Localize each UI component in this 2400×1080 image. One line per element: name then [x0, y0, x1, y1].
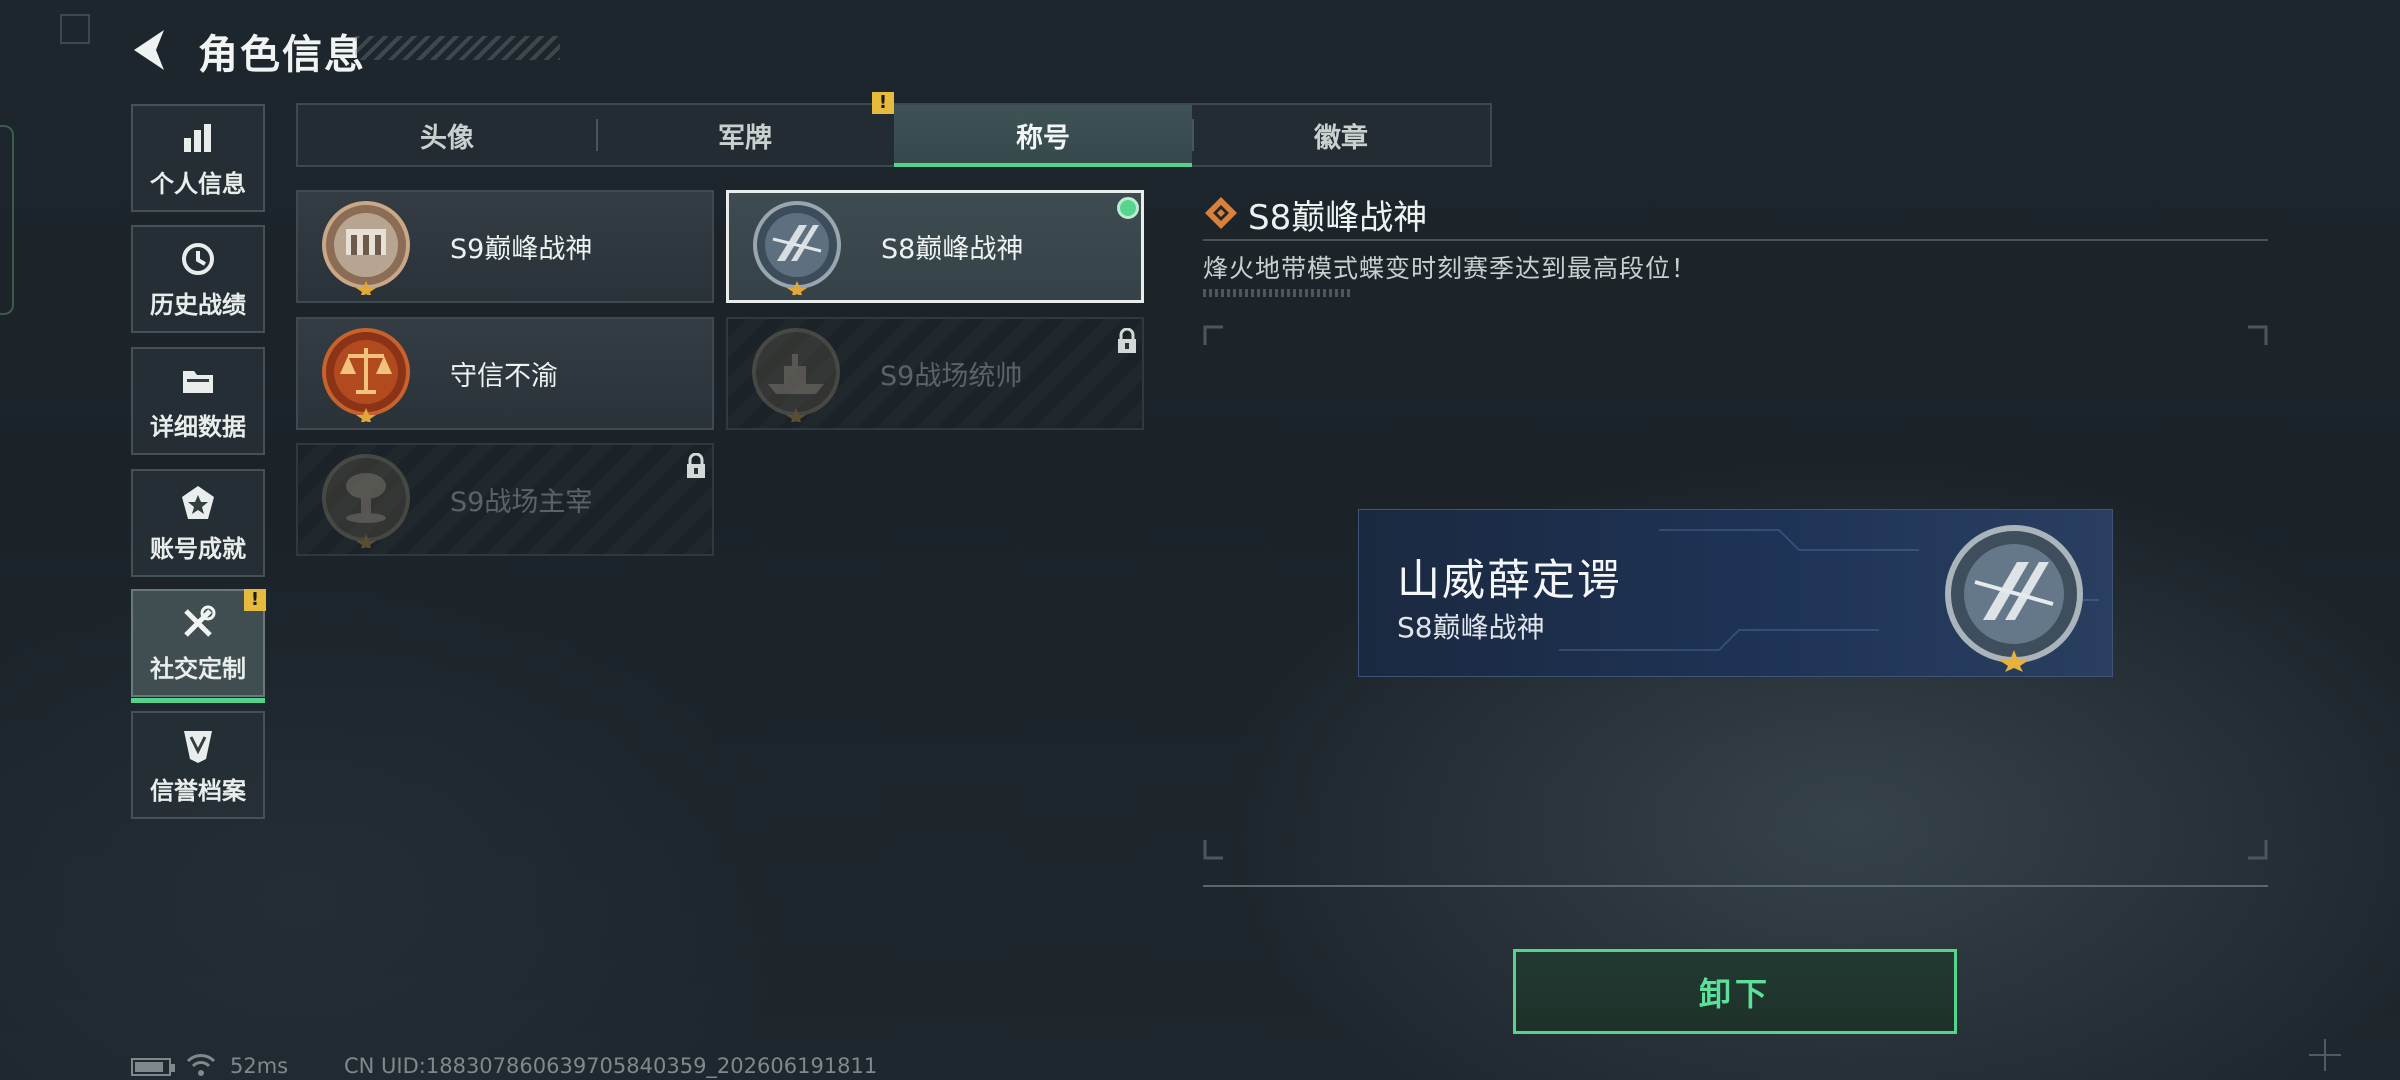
detail-decoration [1203, 289, 1353, 297]
title-card[interactable]: S9巅峰战神 [296, 190, 714, 303]
menu-item-credit[interactable]: 信誉档案 [131, 711, 265, 819]
back-arrow-icon[interactable] [126, 26, 174, 74]
uid-text: CN UID:1883078606397058403​59_2026061918… [344, 1054, 878, 1078]
tab-title[interactable]: 称号 [894, 105, 1192, 167]
warning-badge: ! [872, 92, 894, 114]
menu-item-details[interactable]: 详细数据 [131, 347, 265, 455]
history-clock-icon [182, 242, 214, 275]
tab-bar: 头像 军牌 称号 徽章 [296, 103, 1492, 167]
wifi-icon [186, 1054, 216, 1076]
title-card-locked[interactable]: S9战场主宰 [296, 443, 714, 556]
title-name: S9巅峰战神 [450, 234, 593, 265]
player-name: 山威薛定谔 [1397, 556, 1622, 606]
tab-badge[interactable]: 徽章 [1192, 105, 1490, 165]
title-name: 守信不渝 [450, 361, 558, 392]
achievement-star-icon [182, 485, 214, 519]
bar-chart-icon [184, 123, 211, 152]
equipped-indicator [1117, 197, 1139, 219]
crosshair-icon [2309, 1039, 2341, 1071]
lock-icon [1118, 328, 1136, 353]
detail-description: 烽火地带模式蝶变时刻赛季达到最高段位！ [1203, 254, 1698, 283]
menu-item-label: 社交定制 [150, 654, 246, 683]
title-card-selected[interactable]: S8巅峰战神 [726, 190, 1144, 303]
menu-item-label: 个人信息 [150, 169, 246, 198]
title-name: S9战场主宰 [450, 487, 593, 518]
menu-item-label: 信誉档案 [150, 776, 246, 805]
menu-item-label: 历史战绩 [150, 290, 246, 319]
divider [1203, 239, 2268, 241]
credit-shield-icon [184, 730, 212, 763]
warship-medal-icon [752, 327, 840, 422]
arch-medal-icon [322, 200, 410, 295]
title-name: S8巅峰战神 [881, 234, 1024, 265]
lock-icon [687, 453, 705, 478]
wing-medal-icon [753, 200, 841, 295]
warning-badge: ! [244, 589, 266, 611]
mushroom-cloud-medal-icon [322, 453, 410, 548]
menu-item-achievements[interactable]: 账号成就 [131, 469, 265, 577]
title-decoration [355, 36, 560, 60]
battery-icon [131, 1058, 175, 1076]
menu-item-profile[interactable]: 个人信息 [131, 104, 265, 212]
title-card-locked[interactable]: S9战场统帅 [726, 317, 1144, 430]
left-edge-handle[interactable] [0, 125, 14, 315]
menu-item-history[interactable]: 历史战绩 [131, 225, 265, 333]
title-preview-banner: 山威薛定谔 S8巅峰战神 [1358, 509, 2113, 677]
menu-item-label: 账号成就 [150, 534, 246, 563]
corner-frame [60, 14, 90, 44]
unequip-button[interactable]: 卸下 [1513, 949, 1957, 1034]
title-name: S9战场统帅 [880, 361, 1023, 392]
title-card[interactable]: 守信不渝 [296, 317, 714, 430]
tools-icon [184, 605, 216, 637]
tab-avatar[interactable]: 头像 [298, 105, 596, 165]
ping-readout: 52ms [230, 1054, 289, 1078]
scales-medal-icon [322, 327, 410, 422]
folder-icon [183, 370, 213, 393]
tab-dogtag[interactable]: 军牌 [596, 105, 894, 165]
wing-medal-icon [1945, 525, 2083, 672]
menu-item-label: 详细数据 [150, 412, 246, 441]
divider [1203, 885, 2268, 887]
player-title: S8巅峰战神 [1397, 611, 1545, 644]
title-diamond-icon [1205, 197, 1237, 229]
detail-title: S8巅峰战神 [1248, 198, 1428, 238]
page-title: 角色信息 [198, 32, 366, 78]
